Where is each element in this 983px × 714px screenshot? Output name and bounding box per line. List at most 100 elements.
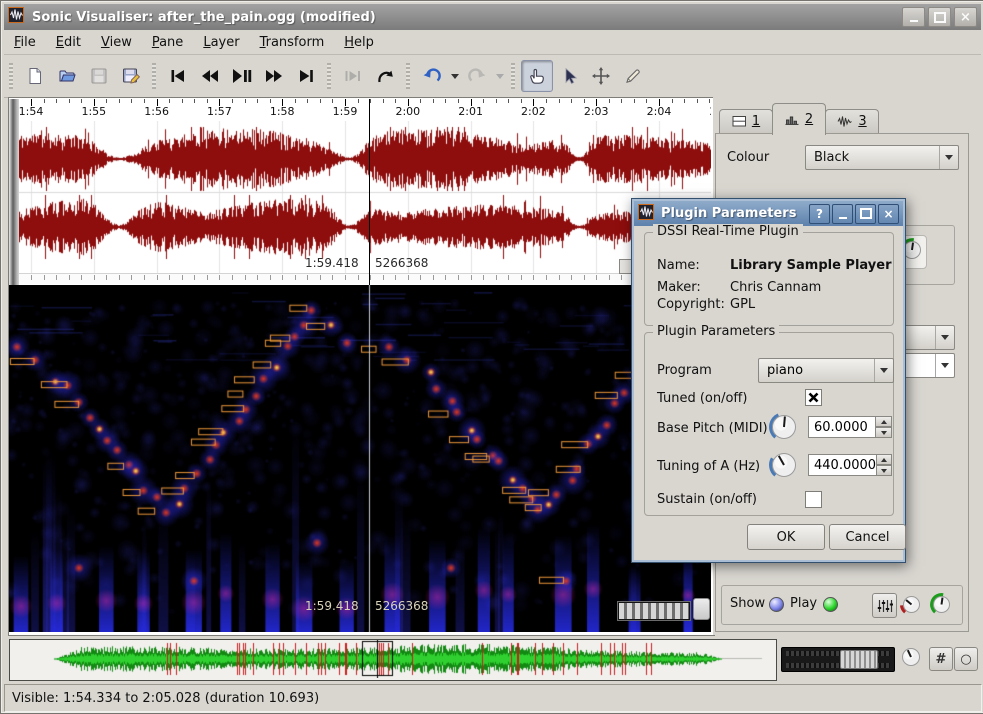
rewind-icon: [200, 66, 220, 86]
edit-tool-button[interactable]: [585, 60, 617, 92]
overview-widget[interactable]: [9, 639, 777, 681]
base-pitch-value[interactable]: 60.0000: [808, 416, 876, 438]
cursor-arrow-icon: [559, 66, 579, 86]
new-session-button[interactable]: [19, 60, 51, 92]
spectrogram-widget-button[interactable]: [693, 598, 710, 620]
bottom-tick: [69, 275, 70, 280]
undo-history-dropdown[interactable]: [448, 62, 461, 90]
dialog-close-button[interactable]: ×: [878, 204, 899, 224]
bottom-tick: [559, 275, 560, 280]
chevron-down-icon: [935, 354, 954, 377]
sustain-checkbox[interactable]: [805, 491, 822, 508]
menu-pane[interactable]: Pane: [142, 32, 193, 53]
navigate-tool-button[interactable]: [521, 60, 553, 92]
ruler-tick: [194, 99, 195, 103]
playback-pan-knob[interactable]: [899, 592, 924, 621]
spin-down-button[interactable]: [876, 427, 892, 438]
bottom-tick: [408, 275, 409, 280]
pane-scroll-strip[interactable]: [9, 99, 19, 285]
speed-knob[interactable]: [898, 644, 924, 674]
minimize-button[interactable]: [902, 7, 925, 27]
fast-forward-to-end-button[interactable]: [290, 60, 322, 92]
toolbar-grip[interactable]: [511, 63, 515, 89]
dialog-help-button[interactable]: ?: [809, 204, 830, 224]
play-selection-button[interactable]: [337, 60, 369, 92]
menu-view[interactable]: View: [91, 32, 142, 53]
rewind-to-start-button[interactable]: [162, 60, 194, 92]
tab-pane-1[interactable]: 1: [719, 109, 773, 133]
spin-down-button[interactable]: [877, 465, 892, 476]
colour-select[interactable]: Black: [805, 145, 959, 170]
waveform-pane[interactable]: 1:541:551:561:571:581:592:002:012:022:03…: [9, 99, 711, 285]
save-as-button[interactable]: [115, 60, 147, 92]
menu-file[interactable]: File: [4, 32, 46, 53]
spin-up-button[interactable]: [877, 454, 892, 465]
loop-playback-button[interactable]: [369, 60, 401, 92]
dialog-maximize-button[interactable]: [855, 204, 876, 224]
toolbar-grip[interactable]: [152, 63, 156, 89]
tuning-spinbox[interactable]: 440.0000: [808, 454, 892, 476]
copyright-value: GPL: [730, 297, 755, 312]
base-pitch-spinbox[interactable]: 60.0000: [808, 416, 892, 438]
mixer-button[interactable]: [872, 593, 897, 618]
toolbar: [4, 55, 981, 98]
open-button[interactable]: [51, 60, 83, 92]
draw-tool-button[interactable]: [617, 60, 649, 92]
spectrogram-canvas[interactable]: [9, 285, 711, 632]
loop-icon: [375, 66, 395, 86]
rewind-button[interactable]: [194, 60, 226, 92]
show-led-button[interactable]: [769, 597, 784, 612]
spectrogram-pane[interactable]: 1:59.418 5266368: [9, 285, 711, 632]
ruler-tick: [521, 99, 522, 103]
waveform-canvas[interactable]: [19, 121, 711, 273]
dialog-titlebar[interactable]: Plugin Parameters ? ×: [634, 201, 903, 226]
save-as-icon: [121, 66, 141, 86]
tuning-value[interactable]: 440.0000: [808, 454, 877, 476]
ruler-tick: [458, 99, 459, 103]
tuned-checkbox[interactable]: [805, 389, 822, 406]
spectrogram-range-widget[interactable]: [617, 601, 691, 621]
bottom-tick: [31, 275, 32, 280]
undo-button[interactable]: [416, 60, 448, 92]
cancel-button[interactable]: Cancel: [829, 524, 906, 550]
menu-layer[interactable]: Layer: [193, 32, 249, 53]
fader-handle[interactable]: [840, 650, 878, 669]
program-select[interactable]: piano: [758, 358, 894, 383]
play-pause-button[interactable]: [226, 60, 258, 92]
base-pitch-knob[interactable]: [768, 411, 800, 447]
tuning-knob[interactable]: [768, 449, 800, 485]
playback-gain-knob[interactable]: [929, 592, 954, 621]
overview-canvas[interactable]: [10, 640, 774, 678]
menu-help[interactable]: Help: [334, 32, 384, 53]
close-button[interactable]: ×: [954, 7, 977, 27]
menu-transform[interactable]: Transform: [250, 32, 335, 53]
tab-pane-3[interactable]: 3: [825, 109, 879, 133]
fast-forward-icon: [264, 66, 284, 86]
menu-edit[interactable]: Edit: [46, 32, 91, 53]
redo-history-dropdown[interactable]: [493, 62, 506, 90]
toolbar-grip[interactable]: [406, 63, 410, 89]
titlebar[interactable]: Sonic Visualiser: after_the_pain.ogg (mo…: [4, 4, 981, 30]
spin-up-button[interactable]: [876, 416, 892, 427]
toolbar-grip[interactable]: [327, 63, 331, 89]
dialog-minimize-button[interactable]: [832, 204, 853, 224]
circle-toggle-button[interactable]: ○: [954, 647, 978, 671]
cursor-frame-label: 5266368: [375, 599, 428, 613]
bottom-tick: [207, 275, 208, 280]
time-ruler[interactable]: 1:541:551:561:571:581:592:002:012:022:03…: [19, 99, 711, 121]
save-button[interactable]: [83, 60, 115, 92]
tab-pane-2[interactable]: 2: [772, 103, 826, 135]
ruler-tick: [332, 99, 333, 103]
select-tool-button[interactable]: [553, 60, 585, 92]
redo-button[interactable]: [461, 60, 493, 92]
toolbar-grip[interactable]: [9, 63, 13, 89]
play-led-button[interactable]: [823, 597, 838, 612]
playback-speed-fader[interactable]: [781, 647, 895, 672]
tuned-label: Tuned (on/off): [657, 391, 747, 406]
hash-toggle-button[interactable]: #: [929, 647, 953, 671]
bottom-tick: [358, 275, 359, 280]
app-icon: [8, 7, 24, 27]
fast-forward-button[interactable]: [258, 60, 290, 92]
ok-button[interactable]: OK: [747, 524, 825, 550]
maximize-button[interactable]: [928, 7, 951, 27]
